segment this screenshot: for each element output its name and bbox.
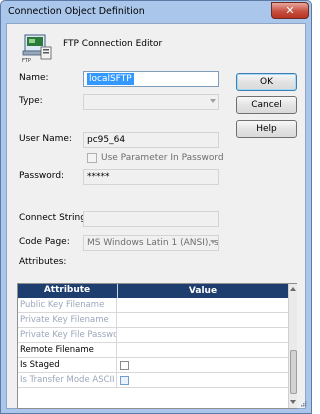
value-cell[interactable] [116, 328, 288, 343]
code-page-value: MS Windows Latin 1 (ANSI), supe [87, 238, 219, 248]
resize-grip-icon[interactable] [301, 401, 307, 407]
table-vertical-scrollbar[interactable] [288, 284, 297, 408]
type-select[interactable] [83, 94, 219, 110]
name-field[interactable]: localSFTP [83, 71, 219, 87]
attribute-cell: Public Key Filename [20, 300, 105, 310]
table-row[interactable]: Is Staged [18, 358, 288, 373]
scroll-down-icon[interactable] [290, 400, 296, 404]
value-cell [116, 373, 288, 388]
attribute-cell: Remote Filename [20, 345, 94, 355]
column-header-attribute[interactable]: Attribute [18, 285, 116, 295]
value-cell [116, 358, 288, 373]
user-name-field[interactable]: pc95_64 [83, 132, 219, 148]
attribute-cell: Is Staged [20, 360, 60, 370]
window-title: Connection Object Definition [8, 6, 145, 17]
scroll-up-icon[interactable] [290, 287, 296, 291]
attribute-cell: Private Key Filename [20, 315, 109, 325]
attribute-cell: Is Transfer Mode ASCII [20, 375, 115, 385]
password-value: ***** [87, 172, 110, 182]
attributes-table-header: Attribute Value [18, 284, 288, 298]
user-name-value: pc95_64 [87, 135, 126, 145]
name-field-value: localSFTP [87, 73, 134, 85]
help-button[interactable]: Help [236, 120, 297, 138]
dialog-window: Connection Object Definition ✕ FTP FTP C… [0, 0, 312, 414]
use-parameter-in-password-label: Use Parameter In Password [101, 153, 224, 163]
code-page-label: Code Page: [19, 237, 70, 247]
use-parameter-in-password-checkbox[interactable] [87, 153, 97, 163]
svg-text:FTP: FTP [22, 58, 31, 63]
password-label: Password: [19, 171, 65, 181]
value-cell[interactable] [116, 298, 288, 313]
table-row[interactable]: Public Key Filename [18, 298, 288, 313]
chevron-down-icon [210, 99, 216, 103]
is-transfer-mode-ascii-checkbox[interactable] [120, 376, 129, 385]
table-row[interactable]: Is Transfer Mode ASCII [18, 373, 288, 388]
ok-button[interactable]: OK [236, 73, 297, 91]
connect-string-label: Connect String: [19, 213, 89, 223]
connect-string-field[interactable] [83, 211, 219, 227]
cancel-button[interactable]: Cancel [236, 96, 297, 114]
value-cell[interactable] [116, 313, 288, 328]
close-button[interactable]: ✕ [271, 2, 309, 19]
table-row[interactable]: Private Key File Password [18, 328, 288, 343]
attribute-cell: Private Key File Password [20, 330, 116, 340]
column-header-value[interactable]: Value [117, 284, 288, 298]
code-page-select[interactable]: MS Windows Latin 1 (ANSI), supe [83, 235, 219, 251]
user-name-label: User Name: [19, 134, 72, 144]
ftp-connection-icon: FTP [22, 34, 52, 63]
editor-title: FTP Connection Editor [63, 39, 163, 49]
password-field[interactable]: ***** [83, 169, 219, 185]
title-bar[interactable]: Connection Object Definition ✕ [1, 1, 311, 23]
attributes-label: Attributes: [19, 257, 67, 267]
table-row[interactable]: Remote Filename [18, 343, 288, 358]
value-cell[interactable] [116, 343, 288, 358]
is-staged-checkbox[interactable] [120, 361, 129, 370]
scrollbar-thumb[interactable] [290, 350, 297, 394]
close-icon: ✕ [285, 4, 295, 17]
type-label: Type: [19, 96, 43, 106]
chevron-down-icon [210, 240, 216, 244]
name-label: Name: [19, 73, 49, 83]
attributes-table: Attribute Value Public Key Filename Priv… [17, 283, 297, 409]
table-row[interactable]: Private Key Filename [18, 313, 288, 328]
